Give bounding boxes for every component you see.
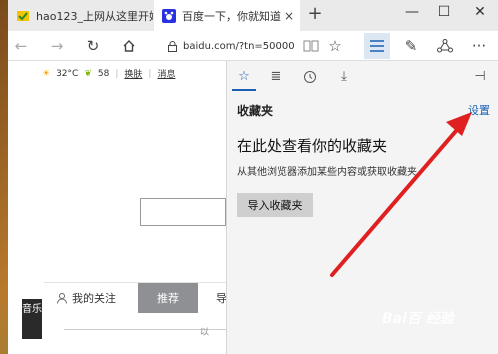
baidu-favicon-icon	[162, 8, 176, 23]
favorites-heading: 在此处查看你的收藏夹	[237, 137, 388, 155]
favorites-description: 从其他浏览器添加某些内容或获取收藏夹。	[237, 167, 427, 178]
hub-pane: ☆ ≣ ⤓ ⊣ 收藏夹 设置 在此处查看你的收藏夹 从其他浏览器添加某些内容或获…	[226, 61, 498, 354]
sun-icon: ☀	[42, 68, 51, 79]
temperature: 32°C	[56, 68, 79, 79]
tab-title: 百度一下，你就知道	[182, 9, 281, 23]
downloads-icon[interactable]: ⤓	[334, 67, 354, 87]
import-favorites-button[interactable]: 导入收藏夹	[237, 193, 313, 217]
messages-link[interactable]: 消息	[157, 67, 175, 80]
aqi-value: 58	[97, 68, 110, 79]
tab-label: 我的关注	[72, 292, 116, 305]
favorite-star-icon[interactable]: ☆	[324, 36, 346, 56]
browser-window: hao123_上网从这里开始 百度一下，你就知道 × + — ☐ ✕ ← → ↻…	[8, 0, 498, 354]
bottom-text: 以	[200, 328, 210, 338]
person-icon	[57, 293, 67, 304]
maximize-button[interactable]: ☐	[432, 4, 456, 20]
favorites-title: 收藏夹	[237, 104, 274, 118]
hub-tabs: ☆ ≣ ⤓ ⊣	[227, 61, 498, 93]
hub-icon[interactable]	[364, 33, 390, 59]
pin-icon[interactable]: ⊣	[470, 67, 490, 87]
new-tab-button[interactable]: +	[306, 5, 324, 23]
music-button[interactable]: 音乐	[22, 299, 42, 339]
hao123-favicon-icon	[17, 10, 29, 21]
tab-recommend[interactable]: 推荐	[138, 283, 198, 313]
tab-title: hao123_上网从这里开始	[36, 9, 153, 23]
share-icon[interactable]	[434, 36, 456, 56]
tab-my-follow[interactable]: 我的关注	[56, 283, 116, 313]
tab-hao123[interactable]: hao123_上网从这里开始	[8, 0, 153, 31]
weather-widget: ☀ 32°C ❦ 58 | 换肤 | 消息	[42, 67, 176, 81]
reading-list-icon[interactable]: ≣	[266, 67, 286, 87]
settings-link[interactable]: 设置	[468, 102, 490, 118]
refresh-icon[interactable]: ↻	[82, 36, 104, 56]
close-window-button[interactable]: ✕	[468, 4, 492, 20]
skin-link[interactable]: 换肤	[124, 67, 142, 80]
search-input[interactable]	[140, 198, 226, 226]
reading-view-icon[interactable]	[300, 36, 322, 56]
url-text: baidu.com/?tn=50000	[183, 40, 295, 52]
forward-arrow-icon[interactable]: →	[46, 36, 68, 56]
feed-tabs: 我的关注 推荐 导	[44, 282, 227, 313]
web-note-icon[interactable]: ✎	[400, 36, 422, 56]
tab-close-icon[interactable]: ×	[284, 9, 294, 23]
back-arrow-icon[interactable]: ←	[10, 36, 32, 56]
history-icon[interactable]	[300, 67, 320, 87]
navigation-bar: ← → ↻ baidu.com/?tn=50000 ☆ ✎ ···	[8, 31, 498, 61]
address-bar[interactable]: baidu.com/?tn=50000	[168, 35, 296, 57]
tab-strip: hao123_上网从这里开始 百度一下，你就知道 × + — ☐ ✕	[8, 0, 498, 31]
more-icon[interactable]: ···	[468, 36, 490, 56]
favorites-star-icon[interactable]: ☆	[232, 67, 256, 91]
aqi-leaf-icon: ❦	[84, 68, 92, 79]
lock-icon	[168, 40, 177, 52]
watermark-logo: Bai百 经验	[382, 311, 454, 327]
home-icon[interactable]	[118, 36, 140, 56]
minimize-button[interactable]: —	[400, 4, 424, 20]
tab-baidu[interactable]: 百度一下，你就知道 ×	[154, 0, 300, 31]
baidu-page: ☀ 32°C ❦ 58 | 换肤 | 消息 我的关注 推荐 导 音乐 以	[8, 61, 227, 354]
